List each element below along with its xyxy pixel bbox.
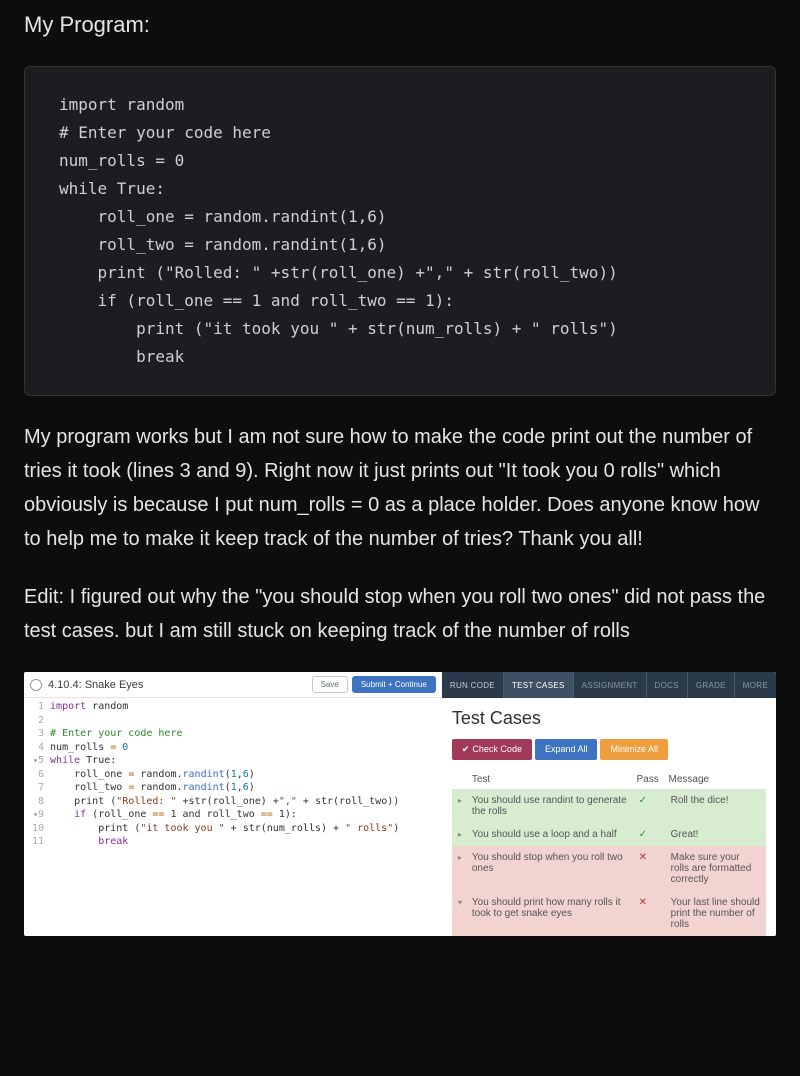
expand-all-button[interactable]: Expand All [535, 739, 598, 760]
tests-content: Test Cases ✔Check Code Expand All Minimi… [442, 698, 776, 936]
code-lines: import random # Enter your code here num… [50, 700, 399, 849]
minimize-all-button[interactable]: Minimize All [600, 739, 668, 760]
test-table: Test Pass Message ▸ You should use randi… [452, 770, 766, 936]
edit-paragraph: Edit: I figured out why the "you should … [24, 580, 776, 648]
code-content: import random # Enter your code here num… [59, 91, 741, 371]
tab-docs[interactable]: DOCS [647, 672, 688, 698]
fold-icon[interactable]: ▾ [30, 810, 38, 821]
fold-icon[interactable]: ▾ [30, 756, 38, 767]
table-row[interactable]: ▾ You should print how many rolls it too… [452, 891, 766, 936]
table-row[interactable]: ▸ You should stop when you roll two ones… [452, 846, 766, 891]
results-pane: RUN CODE TEST CASES ASSIGNMENT DOCS GRAD… [442, 672, 776, 936]
tab-grade[interactable]: GRADE [688, 672, 735, 698]
caret-right-icon: ▸ [458, 795, 472, 805]
caret-right-icon: ▸ [458, 852, 472, 862]
table-row[interactable]: ▸ You should use a loop and a half ✓ Gre… [452, 823, 766, 846]
save-button[interactable]: Save [312, 676, 348, 693]
tab-test-cases[interactable]: TEST CASES [504, 672, 574, 698]
table-row[interactable]: ▸ You should use randint to generate the… [452, 789, 766, 823]
submit-continue-button[interactable]: Submit + Continue [352, 676, 436, 693]
question-paragraph: My program works but I am not sure how t… [24, 420, 776, 556]
line-gutter: 1 2 3 4 ▾5 6 7 8 ▾9 10 11 [24, 700, 50, 849]
check-icon: ✔ [462, 744, 470, 754]
fail-icon: ✕ [639, 897, 671, 908]
code-block: import random # Enter your code here num… [24, 66, 776, 396]
editor-header: 4.10.4: Snake Eyes Save Submit + Continu… [24, 672, 442, 698]
ide-screenshot: 4.10.4: Snake Eyes Save Submit + Continu… [24, 672, 776, 936]
code-editor[interactable]: 1 2 3 4 ▾5 6 7 8 ▾9 10 11 import random … [24, 698, 442, 889]
tab-assignment[interactable]: ASSIGNMENT [574, 672, 647, 698]
caret-down-icon: ▾ [458, 897, 472, 907]
fail-icon: ✕ [639, 852, 671, 863]
tab-run-code[interactable]: RUN CODE [442, 672, 504, 698]
page-heading: My Program: [24, 12, 776, 38]
exercise-title: 4.10.4: Snake Eyes [48, 679, 308, 691]
pass-icon: ✓ [639, 829, 671, 840]
table-header: Test Pass Message [452, 770, 766, 789]
tests-title: Test Cases [452, 708, 766, 729]
caret-right-icon: ▸ [458, 829, 472, 839]
editor-pane: 4.10.4: Snake Eyes Save Submit + Continu… [24, 672, 442, 936]
status-circle-icon [30, 679, 42, 691]
tab-more[interactable]: MORE [735, 672, 776, 698]
pill-row: ✔Check Code Expand All Minimize All [452, 739, 766, 760]
check-code-button[interactable]: ✔Check Code [452, 739, 532, 760]
tabs-bar: RUN CODE TEST CASES ASSIGNMENT DOCS GRAD… [442, 672, 776, 698]
pass-icon: ✓ [639, 795, 671, 806]
